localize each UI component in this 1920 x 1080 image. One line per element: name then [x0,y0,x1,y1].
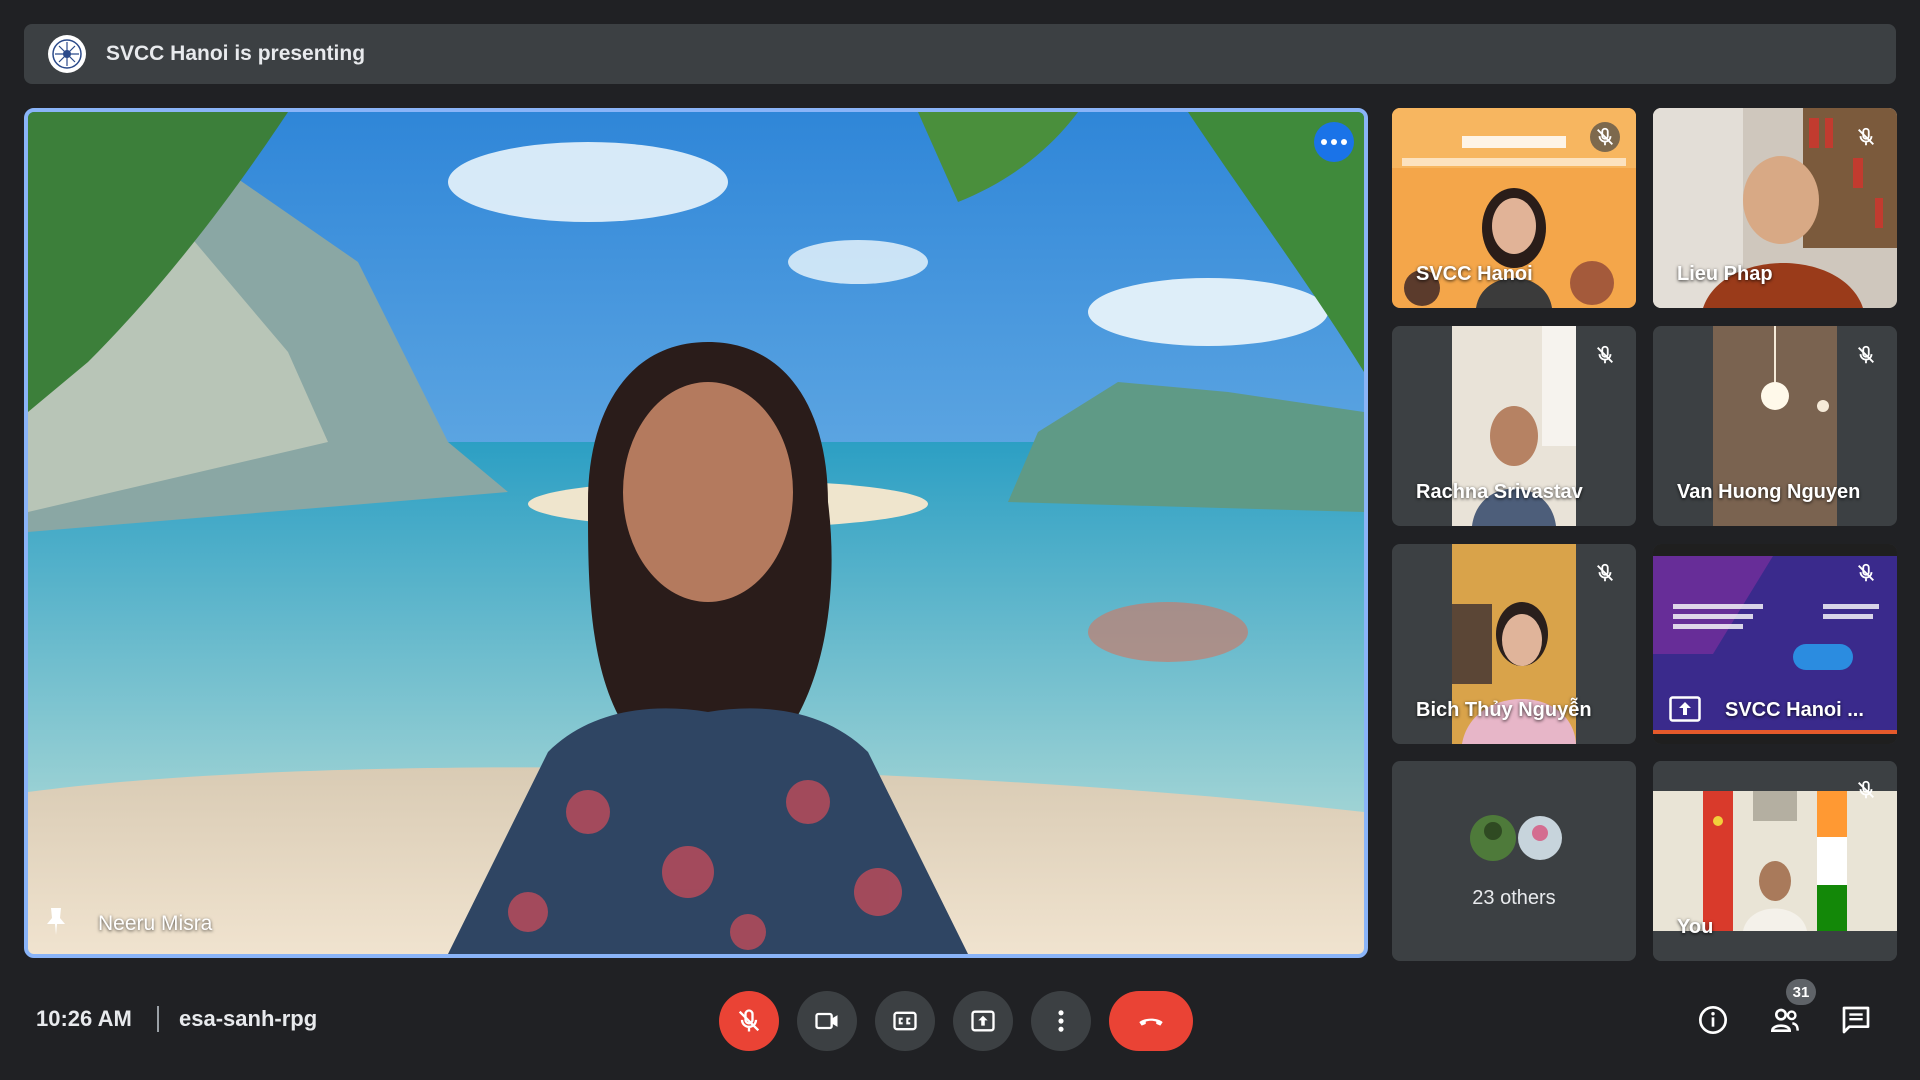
more-horiz-icon[interactable] [1314,122,1354,162]
mic-toggle-button[interactable] [719,991,779,1051]
participant-name: Rachna Srivastav [1416,481,1583,503]
self-tile[interactable]: You [1653,761,1897,961]
pin-icon[interactable] [44,906,68,936]
participant-name: Lieu Phap [1677,263,1773,285]
mic-off-icon [1590,558,1620,588]
participant-tile[interactable]: Van Huong Nguyen [1653,326,1897,526]
mic-off-icon [1590,122,1620,152]
participant-tile[interactable]: SVCC Hanoi [1392,108,1636,308]
presentation-tile[interactable]: SVCC Hanoi ... [1653,544,1897,744]
show-everyone-button[interactable] [1765,1000,1805,1040]
others-avatars [1470,814,1564,862]
mic-off-icon [738,1009,760,1032]
captions-button[interactable] [875,991,935,1051]
divider [157,1006,159,1032]
presenting-text: SVCC Hanoi is presenting [106,42,366,65]
camera-toggle-button[interactable] [797,991,857,1051]
presenter-name: Neeru Misra [98,912,213,935]
mic-off-icon [1851,775,1881,805]
more-vert-icon [1058,1010,1064,1032]
info-icon [1699,1006,1727,1034]
meeting-time: 10:26 AM [36,1006,132,1031]
participant-name: Van Huong Nguyen [1677,481,1861,503]
present-icon [1669,696,1701,722]
participant-name: Bich Thủy Nguyễn [1416,699,1592,721]
participants-count-badge: 31 [1786,979,1816,1005]
presenter-video-frame [28,112,1364,954]
mic-off-icon [1590,340,1620,370]
others-count: 23 others [1472,887,1556,909]
present-to-all-icon [971,1010,995,1032]
videocam-icon [815,1012,838,1030]
meeting-code: esa-sanh-rpg [179,1006,318,1031]
participant-name: SVCC Hanoi ... [1725,699,1864,721]
chat-icon [1842,1006,1870,1034]
present-now-button[interactable] [953,991,1013,1051]
participant-tile[interactable]: Bich Thủy Nguyễn [1392,544,1636,744]
mic-off-icon [1851,558,1881,588]
closed-captions-icon [893,1011,917,1031]
presenting-banner: SVCC Hanoi is presenting [24,24,1896,84]
chat-button[interactable] [1836,1000,1876,1040]
people-icon [1770,1008,1799,1032]
participant-name: SVCC Hanoi [1416,263,1533,285]
participant-name: You [1677,916,1714,938]
participant-tile[interactable]: Lieu Phap [1653,108,1897,308]
meeting-details-button[interactable] [1693,1000,1733,1040]
more-options-button[interactable] [1031,991,1091,1051]
main-stage-video[interactable]: Neeru Misra [24,108,1368,958]
mic-off-icon [1851,122,1881,152]
leave-call-button[interactable] [1109,991,1193,1051]
mic-off-icon [1851,340,1881,370]
others-tile[interactable]: 23 others [1392,761,1636,961]
participant-tile[interactable]: Rachna Srivastav [1392,326,1636,526]
emblem-icon [48,35,86,73]
call-end-icon [1139,1018,1163,1026]
